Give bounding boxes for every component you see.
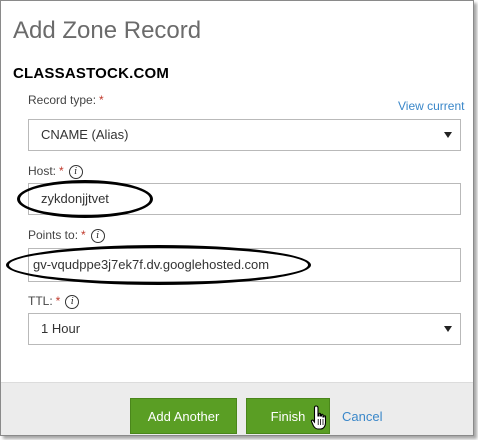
host-label: Host: * i [28,164,83,179]
required-marker: * [99,93,104,107]
record-type-label: Record type: * [28,93,104,107]
points-to-input[interactable]: gv-vqudppe3j7ek7f.dv.googlehosted.com [28,248,461,282]
ttl-label-text: TTL: [28,294,53,308]
required-marker: * [55,294,61,308]
add-another-button[interactable]: Add Another [130,398,237,434]
host-label-text: Host: [28,164,57,178]
required-marker: * [81,228,86,242]
chevron-down-icon [444,132,452,138]
domain-name: CLASSASTOCK.COM [13,65,170,82]
info-icon[interactable]: i [68,164,83,179]
cancel-link[interactable]: Cancel [342,409,382,424]
points-to-label-text: Points to: [28,228,79,242]
host-value: zykdonjjtvet [41,191,109,206]
ttl-value: 1 Hour [41,321,81,336]
info-icon[interactable]: i [90,228,105,243]
view-current-link[interactable]: View current [398,99,464,113]
points-to-value: gv-vqudppe3j7ek7f.dv.googlehosted.com [33,257,270,272]
host-input[interactable]: zykdonjjtvet [28,183,461,215]
record-type-label-text: Record type: [28,93,97,107]
hand-pointer-icon [310,405,327,430]
record-type-value: CNAME (Alias) [41,127,129,142]
ttl-label: TTL: * i [28,294,80,309]
info-icon[interactable]: i [65,294,80,309]
points-to-label: Points to: * i [28,228,105,243]
chevron-down-icon [444,326,452,332]
ttl-select[interactable]: 1 Hour [28,313,461,345]
dialog-title: Add Zone Record [13,17,202,44]
required-marker: * [59,164,64,178]
add-zone-record-dialog: Add Zone Record CLASSASTOCK.COM Record t… [0,0,474,436]
record-type-select[interactable]: CNAME (Alias) [28,119,461,151]
dialog-footer: Add Another Finish Cancel [1,382,473,435]
